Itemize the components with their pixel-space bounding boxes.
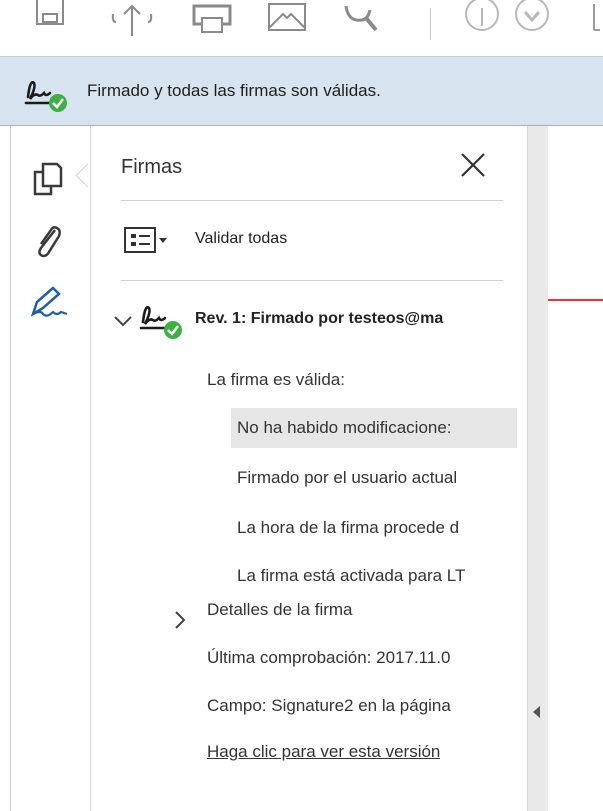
- detail-item[interactable]: La firma está activada para LT: [237, 566, 519, 586]
- signature-details-toggle[interactable]: Detalles de la firma: [207, 600, 353, 620]
- toolbar: [0, 0, 603, 56]
- signature-field-text: Campo: Signature2 en la página: [207, 696, 451, 715]
- list-options-icon[interactable]: [123, 226, 183, 256]
- left-nav-rail: [10, 126, 91, 811]
- divider: [121, 280, 503, 281]
- signature-status-message: Firmado y todas las firmas son válidas.: [87, 81, 381, 100]
- up-arrow-icon[interactable]: [460, 0, 504, 40]
- signature-valid-icon: [139, 306, 182, 339]
- signature-status-bar: Firmado y todas las firmas son válidas.: [0, 56, 603, 126]
- revision-label[interactable]: Rev. 1: Firmado por testeos@ma: [195, 310, 518, 328]
- signature-status: La firma es válida:: [207, 370, 345, 389]
- chevron-down-icon[interactable]: [113, 314, 133, 328]
- detail-item[interactable]: No ha habido modificacione:: [237, 418, 519, 438]
- cloud-upload-icon[interactable]: [110, 0, 154, 40]
- document-red-line: [548, 299, 603, 301]
- validate-all-button[interactable]: Validar todas: [195, 230, 287, 248]
- last-checked-text: Última comprobación: 2017.11.0: [207, 648, 451, 667]
- search-icon[interactable]: [340, 0, 384, 40]
- document-area[interactable]: [548, 126, 603, 811]
- signature-pen-icon[interactable]: [27, 284, 71, 322]
- save-icon[interactable]: [33, 0, 67, 34]
- signatures-panel: Firmas Validar todas Rev. 1: Firmado por…: [91, 126, 527, 811]
- toolbar-overflow: [593, 4, 600, 31]
- email-icon[interactable]: [265, 0, 309, 40]
- view-version-link[interactable]: Haga clic para ver esta versión: [207, 742, 440, 762]
- divider: [121, 200, 503, 201]
- detail-item[interactable]: Firmado por el usuario actual: [237, 468, 519, 488]
- panel-collapse-bar[interactable]: [527, 126, 548, 811]
- detail-item[interactable]: La hora de la firma procede d: [237, 518, 519, 538]
- signature-valid-icon: [24, 81, 67, 112]
- close-icon[interactable]: [458, 150, 488, 180]
- down-arrow-icon[interactable]: [510, 0, 554, 40]
- pages-icon[interactable]: [31, 160, 65, 198]
- collapse-arrow-icon[interactable]: [533, 706, 540, 718]
- panel-title: Firmas: [121, 156, 183, 178]
- print-icon[interactable]: [190, 0, 234, 40]
- attachment-icon[interactable]: [31, 222, 65, 260]
- chevron-right-icon[interactable]: [173, 610, 187, 630]
